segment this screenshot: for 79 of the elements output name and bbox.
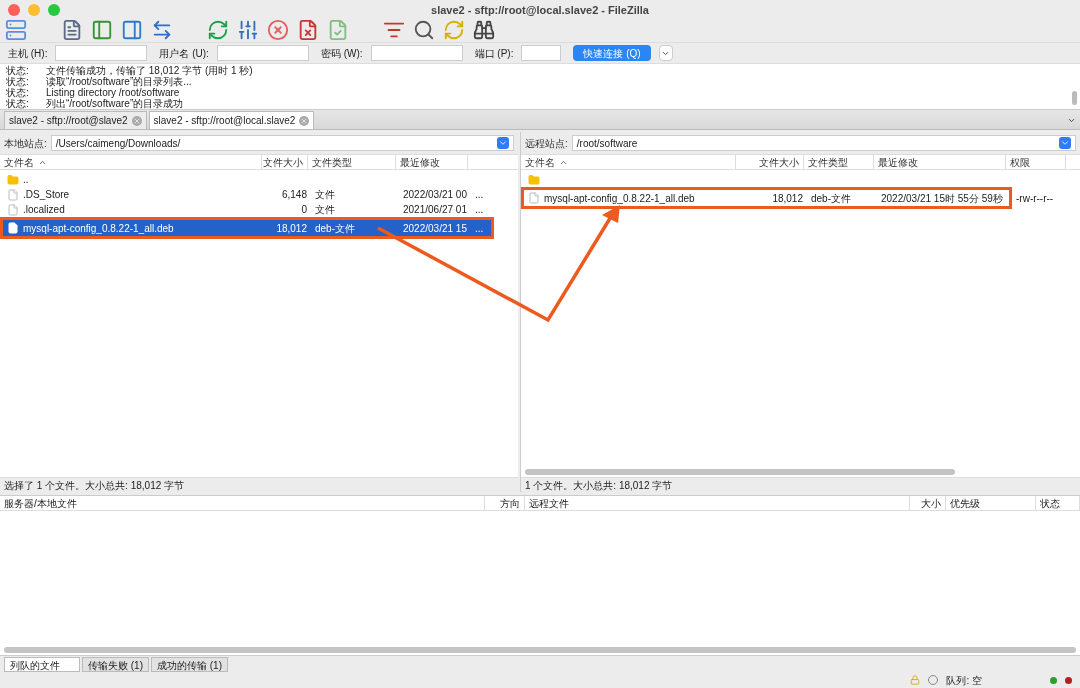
column-header[interactable]: 最近修改 (396, 155, 468, 169)
column-header[interactable]: 文件名 (521, 155, 736, 169)
queue-status: 队列: 空 (946, 673, 982, 688)
lock-icon[interactable] (910, 675, 921, 685)
dropdown-button[interactable] (658, 45, 673, 61)
column-header[interactable]: 优先级 (946, 496, 1036, 510)
status-text: 1 个文件。大小总共: 18,012 字节 (525, 478, 673, 493)
log-label: 状态: (6, 98, 30, 109)
column-header[interactable]: 文件名 (0, 155, 262, 169)
file-row[interactable]: .DS_Store 6,148 文件 2022/03/21 00 ... (0, 187, 494, 202)
status-light (1050, 676, 1057, 684)
column-header[interactable]: 权限 (1006, 155, 1066, 169)
sync-icon[interactable] (442, 18, 466, 42)
field-label: 主机 (H): (8, 46, 48, 61)
path-label: 远程站点: (525, 136, 568, 151)
column-header[interactable]: 文件大小 (262, 155, 308, 169)
connection-tab[interactable]: slave2 - sftp://root@local.slave2 (148, 111, 315, 129)
file-row[interactable]: .localized 0 文件 2021/06/27 01 ... (0, 202, 494, 217)
dropdown-icon[interactable] (1067, 116, 1076, 125)
scrollbar[interactable] (4, 647, 1076, 653)
search-icon[interactable] (412, 18, 436, 42)
dropdown-icon[interactable] (1059, 137, 1071, 149)
path-field[interactable]: /Users/caimeng/Downloads/ (50, 135, 514, 151)
column-header[interactable]: 远程文件 (525, 496, 910, 510)
close-icon (131, 115, 142, 126)
status-light (1065, 676, 1072, 684)
close-button[interactable] (8, 4, 20, 16)
server-icon[interactable] (4, 18, 28, 42)
log-message: 文件传输成功，传输了 18,012 字节 (用时 1 秒) (46, 65, 253, 76)
file-row[interactable]: mysql-apt-config_0.8.22-1_all.deb 18,012 deb-文件 2022/03/21 15 ... (0, 217, 494, 239)
file-icon (7, 188, 19, 201)
column-header[interactable]: 状态 (1036, 496, 1080, 510)
log-label: 状态: (6, 65, 30, 76)
log-label: 状态: (6, 76, 30, 87)
quickconnect-button[interactable]: 快速连接 (Q) (573, 45, 651, 61)
minimize-button[interactable] (28, 4, 40, 16)
column-header[interactable]: 大小 (910, 496, 946, 510)
close-icon (299, 115, 310, 126)
queue-tab[interactable]: 列队的文件 (4, 657, 80, 672)
file-icon (7, 222, 19, 234)
file-icon (7, 203, 19, 216)
input-field[interactable] (521, 45, 562, 61)
file-icon (528, 192, 540, 204)
column-header[interactable]: 文件大小 (736, 155, 804, 169)
field-label: 端口 (P): (474, 46, 514, 61)
field-label: 密码 (W): (320, 46, 363, 61)
file-row[interactable]: .. (0, 172, 494, 187)
queue-tab[interactable]: 成功的传输 (1) (151, 657, 228, 672)
scrollbar[interactable] (525, 469, 955, 475)
refresh-icon[interactable] (206, 18, 230, 42)
input-field[interactable] (55, 45, 148, 61)
cancel-icon[interactable] (266, 18, 290, 42)
right-panel-icon[interactable] (120, 18, 144, 42)
zoom-button[interactable] (48, 4, 60, 16)
log-label: 状态: (6, 87, 30, 98)
queue-tab[interactable]: 传输失败 (1) (82, 657, 149, 672)
scrollbar[interactable] (1071, 91, 1077, 105)
input-field[interactable] (216, 45, 309, 61)
binoculars-icon[interactable] (472, 18, 496, 42)
column-header[interactable]: 服务器/本地文件 (0, 496, 485, 510)
sliders-icon[interactable] (236, 18, 260, 42)
column-header[interactable]: 文件类型 (308, 155, 396, 169)
log-message: Listing directory /root/software (46, 87, 180, 98)
status-text: 选择了 1 个文件。大小总共: 18,012 字节 (4, 478, 185, 493)
window-title: slave2 - sftp://root@local.slave2 - FileZilla (431, 2, 649, 18)
input-field[interactable] (370, 45, 463, 61)
field-label: 用户名 (U): (159, 46, 209, 61)
left-panel-icon[interactable] (90, 18, 114, 42)
connection-tab[interactable]: slave2 - sftp://root@slave2 (4, 111, 147, 129)
log-message: 列出“/root/software”的目录成功 (46, 98, 184, 109)
path-field[interactable]: /root/software (571, 135, 1076, 151)
dropdown-icon[interactable] (497, 137, 509, 149)
column-header[interactable]: 最近修改 (874, 155, 1006, 169)
column-header[interactable]: 文件类型 (804, 155, 874, 169)
folder-icon (7, 173, 19, 186)
column-header[interactable]: 方向 (485, 496, 525, 510)
folder-icon (528, 173, 540, 186)
log-message: 读取“/root/software”的目录列表... (46, 76, 192, 87)
path-label: 本地站点: (4, 136, 47, 151)
